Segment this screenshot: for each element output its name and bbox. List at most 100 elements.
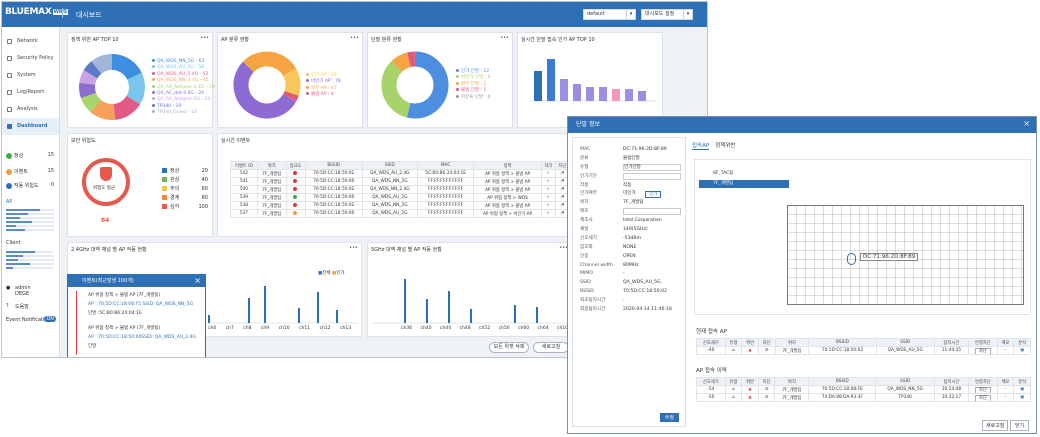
history-ap-table: 신호세기 유형 위반 차단 위치 BSSID SSID 탐지시간 연결차단 메모 분석 -54 ⌂ ▲ ⊘… [696,377,1031,402]
sidebar-item-system[interactable]: System [2,67,59,84]
profile-select[interactable]: default ▾ [583,9,636,20]
bar [547,59,555,101]
table-row[interactable]: 539 7F_개발팀 70:5D:CC:18:50:00 QA_WDS_AU_5G FF… [230,193,571,202]
more-icon[interactable]: ••• [200,35,209,41]
bar [573,84,581,101]
edit-button[interactable]: 수정 [659,413,679,422]
type-select[interactable]: 인가단말 [623,163,681,171]
ap-donut [233,51,301,119]
current-ap-table: 신호세기 유형 위반 차단 위치 BSSID SSID 탐지시간 연결차단 메모 분석 -40 ⌂ ▲ ⊘… [696,338,1031,355]
memo-icon[interactable]: – [996,385,1015,394]
table-row[interactable]: 540 7F_개발팀 70:5D:CC:18:50:02 QA_WDS_NN_2.4G… [230,185,571,194]
stat-normal: 정상 15 [6,152,56,159]
memo-icon[interactable]: – [996,393,1015,402]
chevron-down-icon: ▾ [626,10,635,19]
block-icon: ⊘ [757,393,776,402]
bar [625,89,633,101]
panel-ap-classification: AP 분류 현황 ••• 인가 AP : 20 비인가 AP : 78 외부 AP … [217,32,363,128]
dashboard-settings-select[interactable]: 대시보드 설정 ▾ [641,9,693,20]
table-row[interactable]: 542 7F_개발팀 70:5D:CC:18:50:02 QA_WDS_AU_2.4G… [230,169,571,178]
authorize-button[interactable]: 인가 [645,191,662,199]
table-row[interactable]: 541 7F_개발팀 70:5D:CC:18:50:00 QA_WDS_NN_5G FF… [230,177,571,186]
panel-title: 보안 위험도 [71,138,96,144]
risk-label: 위험도 평균 [93,186,116,191]
panel-realtime-client-ap: 실시간 단말 접속 인가 AP TOP 10 [517,32,663,128]
panel-title: 정책 위반 AP TOP 10 [71,37,119,43]
block-button[interactable]: 차단 [974,394,991,401]
list-item[interactable]: AP 위협 정책 > 불법 AP (7F_개발팀) AP : 70:5D:CC:1… [68,291,205,318]
floor-item[interactable]: 6F_TAC팀 [699,170,754,178]
field-row: 최종탐지시간 2020-04-14 11:46:18 [580,307,672,313]
bar [534,71,542,101]
table-row[interactable]: 537 7F_개발팀 70:5D:CC:18:50:00 QA_WDS_AU_5G FF… [230,209,571,218]
more-icon[interactable]: ••• [349,245,358,251]
bar [599,87,607,101]
ap-legend: 인가 AP : 20 비인가 AP : 78 외부 AP : 43 불법 AP : 4 [306,73,341,99]
sidebar-item-dashboard[interactable]: Dashboard [2,118,59,135]
panel-title: AP 분류 현황 [221,37,250,43]
analysis-icon[interactable]: ▣ [1013,346,1031,355]
analysis-icon[interactable]: ▣ [1013,393,1031,402]
list-item[interactable]: AP 위협 정책 > 불법 AP (7F_개발팀) AP : 70:5D:CC:1… [68,324,205,351]
table-row[interactable]: -54 ⌂ ▲ ⊘ 7F_개발팀 70:5D:CC:18:08:FE QA_WDS_NN_5… [696,385,1031,394]
router-icon: ⌂ [724,385,743,394]
bar [208,315,210,323]
table-row[interactable]: -40 ⌂ ▲ ⊘ 7F_개발팀 70:5D:CC:18:50:02 QA_WDS_AU_5… [696,346,1031,355]
ap-mini-bars [6,207,54,233]
floor-item-selected[interactable]: 7F_개발팀 [699,180,789,188]
risk-level-legend: 정상 20 관심 40 주의 60 경계 80 심각 100 [162,167,208,212]
tab-connected-ap[interactable]: 접속AP [692,143,710,150]
help-link[interactable]: ? 도움말 [6,303,56,310]
tab-policy-violation[interactable]: 정책위반 [715,143,735,149]
period-input[interactable] [623,172,681,180]
block-button[interactable]: 차단 [974,347,991,354]
panel-policy-violation-ap: 정책 위반 AP TOP 10 ••• QA_WDS_NN_5G - 63 QA_… [67,32,215,128]
sidebar-item-security-policy[interactable]: Security Policy [2,50,59,67]
memo-icon[interactable]: – [996,346,1015,355]
floor-map-panel: 6F_TAC팀 7F_개발팀 DC:71:96:2D:8F:89 [694,159,1031,315]
events-table: 이벤트 ID 위치 중요도 BSSID SSID MAC 정책 처리 차단 542 7F_개발팀 7… [230,161,571,218]
panel-realtime-events: 실시간 이벤트 이벤트 ID 위치 중요도 BSSID SSID MAC 정책 처리 차단 54… [217,133,572,237]
panel-title: 단말 분류 현황 [371,37,402,43]
sidebar-item-network[interactable]: Network [2,33,59,50]
bar [612,89,620,101]
more-icon[interactable]: ••• [350,35,359,41]
event-notification-toggle[interactable]: ON [44,316,56,322]
table-row[interactable]: -50 ⌂ ▲ ⊘ 7F_개발팀 74:DA:88:DA:93:3F TP340 10:32:… [696,393,1031,402]
table-header: 신호세기 유형 위반 차단 위치 BSSID SSID 탐지시간 연결차단 메모 분석 [696,338,1031,347]
document-icon [7,90,12,95]
client-location-marker [847,253,856,265]
memo-input[interactable] [623,208,681,216]
chevron-down-icon: ▾ [683,10,692,19]
user-info[interactable]: ● admin DEGE [6,285,56,297]
refresh-button[interactable]: 새로고침 [533,342,569,353]
panel-title: 2.4GHz 대역 채널 별 AP 작동 현황 [71,247,147,253]
dialog-close-button[interactable]: 닫기 [1010,420,1030,431]
bar [404,279,406,323]
analysis-icon[interactable]: ▣ [1013,385,1031,394]
client-legend: 인가 단말 : 12 비인가 단말 : 8 외부 단말 : 2 불법 단말 : 1 미분… [456,69,490,101]
dialog-refresh-button[interactable]: 새로고침 [982,420,1009,431]
table-row[interactable]: 538 7F_개발팀 70:5D:CC:18:50:02 QA_WDS_NN_5G FF… [230,201,571,210]
delete-all-widgets-button[interactable]: 모든 위젯 삭제 [489,342,529,353]
sidebar-item-analysis[interactable]: Analysis [2,101,59,118]
more-icon[interactable]: ••• [500,35,509,41]
block-button[interactable]: 차단 [974,386,991,393]
sidebar-item-log-report[interactable]: Log/Report [2,84,59,101]
client-info-dialog: 단말 정보 × MAC DC:71:96:2D:8F:89 분류 불법단말 유형 인가… [567,116,1037,434]
logo: BLUEMAX WIPS [5,7,68,17]
field-row: 인가여부 미인가 인가 [573,190,685,199]
field-row: 신호세기 -53dBm [580,235,642,241]
field-row: 채널 149(5GHz) [580,227,648,233]
menu-toggle[interactable] [62,8,68,18]
channel-legend: ■전체 ■인가 [318,271,345,276]
event-notification: Event Notification ON [6,316,56,323]
gear-icon [7,73,12,78]
table-header: 이벤트 ID 위치 중요도 BSSID SSID MAC 정책 처리 차단 [230,161,571,170]
router-icon: ⌂ [724,346,743,355]
field-row: 위치 7F_개발팀 [580,200,644,206]
close-icon[interactable]: × [194,276,201,285]
close-icon[interactable]: × [1023,119,1030,128]
block-icon: ⊘ [757,385,776,394]
bar [514,305,516,323]
